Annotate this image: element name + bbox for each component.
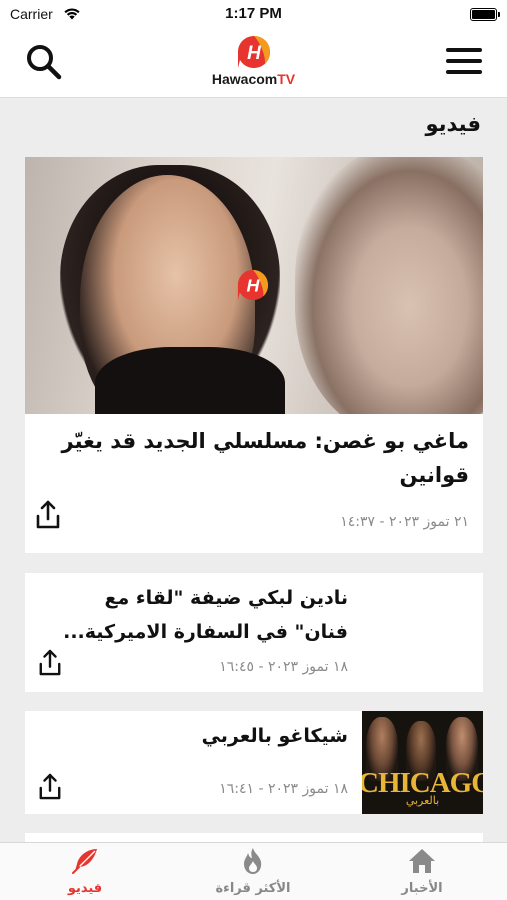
featured-video-title[interactable]: ماغي بو غصن: مسلسلي الجديد قد يغيّر قوان…: [25, 414, 483, 492]
video-thumbnail[interactable]: CHICAGO بالعربي: [362, 711, 483, 814]
feather-icon: [72, 849, 97, 874]
share-icon[interactable]: [35, 500, 61, 530]
flame-icon: [244, 848, 262, 874]
app-logo[interactable]: H HawacomTV: [194, 35, 314, 87]
status-bar: Carrier 1:17 PM: [0, 0, 507, 30]
tab-most-read[interactable]: الأكثر قراءة: [198, 847, 308, 896]
video-list-item[interactable]: CHICAGO بالعربي شيكاغو بالعربي ١٨ تموز ٢…: [25, 711, 483, 814]
svg-text:H: H: [247, 43, 262, 64]
video-title[interactable]: نادين لبكي ضيفة "لقاء مع فنان" في السفار…: [48, 581, 348, 649]
tab-video[interactable]: فيديو: [30, 847, 140, 896]
video-list-item[interactable]: نادين لبكي ضيفة "لقاء مع فنان" في السفار…: [25, 573, 483, 692]
clock: 1:17 PM: [225, 5, 282, 22]
hawacom-badge-icon: H: [237, 269, 269, 301]
video-date: ١٨ تموز ٢٠٢٣ - ١٦:٤١: [219, 781, 348, 797]
section-title: فيديو: [425, 112, 481, 136]
tab-most-read-label: الأكثر قراءة: [215, 881, 291, 896]
tab-news[interactable]: الأخبار: [367, 847, 477, 896]
tab-video-label: فيديو: [67, 881, 103, 896]
hawacom-logo-icon: H: [237, 36, 270, 68]
featured-video-card[interactable]: H ماغي بو غصن: مسلسلي الجديد قد يغيّر قو…: [25, 157, 483, 553]
featured-video-thumbnail[interactable]: H: [25, 157, 483, 414]
home-icon: [409, 849, 435, 873]
share-icon[interactable]: [38, 649, 62, 677]
svg-text:H: H: [247, 276, 261, 296]
featured-video-date: ٢١ تموز ٢٠٢٣ - ١٤:٣٧: [340, 514, 469, 530]
logo-tv: TV: [277, 71, 296, 87]
bottom-tab-bar: فيديو الأكثر قراءة الأخبار: [0, 842, 507, 900]
logo-wordmark: Hawacom: [211, 71, 278, 87]
video-date: ١٨ تموز ٢٠٢٣ - ١٦:٤٥: [219, 659, 348, 675]
thumbnail-arabic-text: بالعربي: [405, 794, 440, 807]
share-icon[interactable]: [38, 773, 62, 801]
tab-news-label: الأخبار: [401, 881, 443, 896]
video-title[interactable]: شيكاغو بالعربي: [48, 719, 348, 753]
battery-icon: [470, 8, 500, 21]
hamburger-menu-icon[interactable]: [445, 44, 483, 78]
top-nav-bar: H HawacomTV: [0, 30, 507, 98]
search-icon[interactable]: [24, 42, 64, 82]
